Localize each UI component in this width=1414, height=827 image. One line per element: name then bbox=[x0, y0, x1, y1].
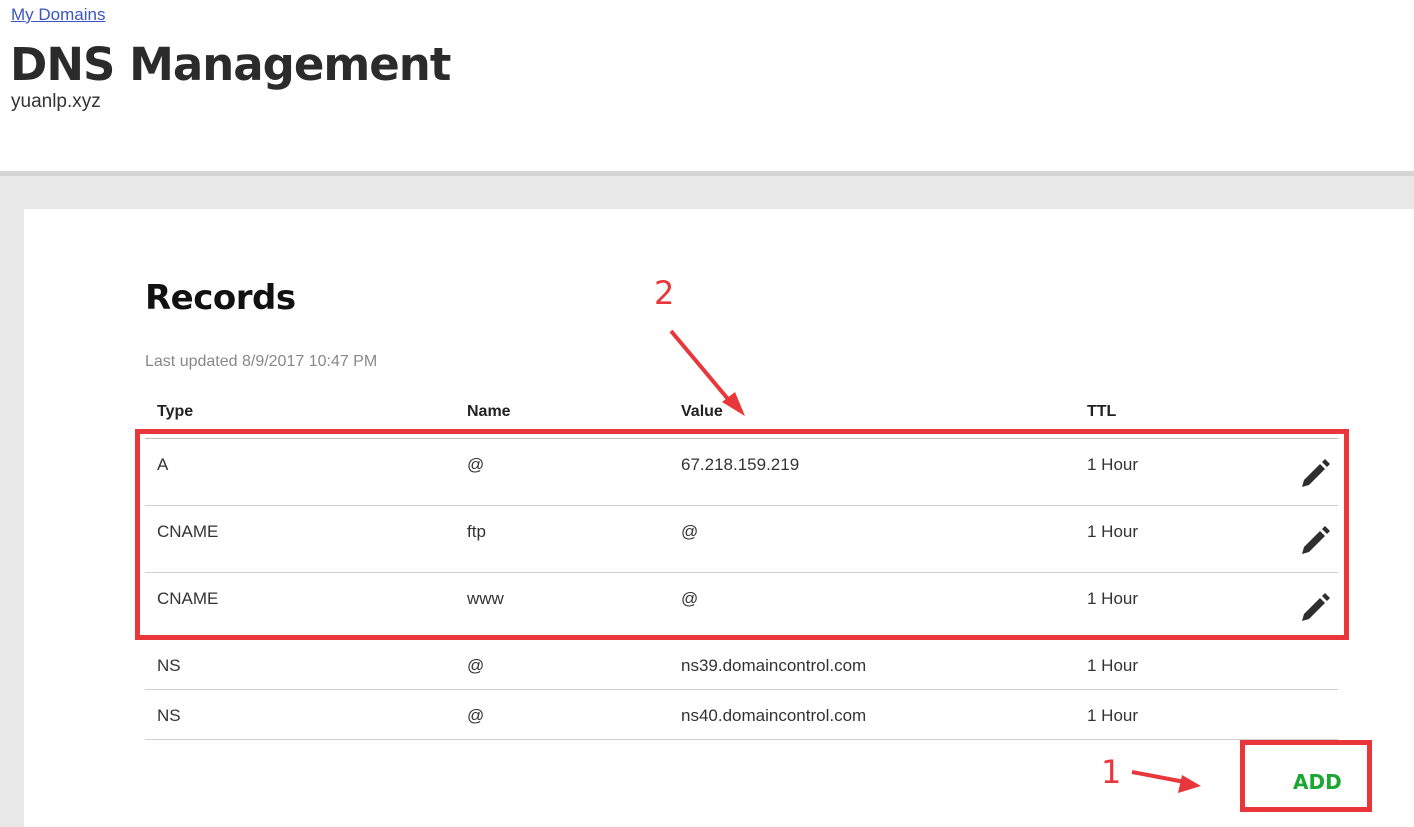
table-row: NS @ ns40.domaincontrol.com 1 Hour bbox=[145, 690, 1338, 740]
record-value: @ bbox=[681, 522, 699, 541]
record-type: CNAME bbox=[157, 522, 219, 541]
record-type: CNAME bbox=[157, 589, 219, 608]
record-name: @ bbox=[467, 455, 485, 474]
pencil-icon[interactable] bbox=[1298, 457, 1332, 491]
record-value: ns40.domaincontrol.com bbox=[681, 706, 867, 725]
record-type: NS bbox=[157, 656, 181, 675]
record-ttl: 1 Hour bbox=[1087, 656, 1139, 675]
table-header: Type Name Value TTL bbox=[145, 398, 1338, 439]
column-header-value: Value bbox=[681, 403, 723, 420]
column-header-ttl: TTL bbox=[1087, 403, 1117, 420]
records-heading: Records bbox=[145, 278, 296, 318]
record-type: A bbox=[157, 455, 169, 474]
column-header-name: Name bbox=[467, 403, 511, 420]
table-row: CNAME www @ 1 Hour bbox=[145, 573, 1338, 640]
page-header: My Domains DNS Management yuanlp.xyz bbox=[0, 0, 1414, 172]
record-name: ftp bbox=[467, 522, 486, 541]
record-type: NS bbox=[157, 706, 181, 725]
record-name: www bbox=[467, 589, 504, 608]
record-name: @ bbox=[467, 706, 485, 725]
record-ttl: 1 Hour bbox=[1087, 522, 1139, 541]
domain-name: yuanlp.xyz bbox=[11, 91, 101, 112]
add-record-button[interactable]: ADD bbox=[1293, 770, 1342, 794]
pencil-icon[interactable] bbox=[1298, 591, 1332, 625]
annotation-marker-2: 2 bbox=[654, 274, 675, 312]
records-table: Type Name Value TTL A @ 67.218.159.219 1… bbox=[145, 398, 1338, 740]
table-row: CNAME ftp @ 1 Hour bbox=[145, 506, 1338, 573]
record-value: 67.218.159.219 bbox=[681, 455, 800, 474]
record-ttl: 1 Hour bbox=[1087, 706, 1139, 725]
breadcrumb-my-domains[interactable]: My Domains bbox=[11, 5, 105, 25]
last-updated-text: Last updated 8/9/2017 10:47 PM bbox=[145, 353, 378, 370]
pencil-icon[interactable] bbox=[1298, 524, 1332, 558]
record-ttl: 1 Hour bbox=[1087, 455, 1139, 474]
page-title: DNS Management bbox=[10, 38, 451, 91]
record-value: ns39.domaincontrol.com bbox=[681, 656, 867, 675]
record-name: @ bbox=[467, 656, 485, 675]
record-value: @ bbox=[681, 589, 699, 608]
table-row: A @ 67.218.159.219 1 Hour bbox=[145, 439, 1338, 506]
column-header-type: Type bbox=[157, 403, 194, 420]
annotation-marker-1: 1 bbox=[1101, 753, 1122, 791]
record-ttl: 1 Hour bbox=[1087, 589, 1139, 608]
table-row: NS @ ns39.domaincontrol.com 1 Hour bbox=[145, 640, 1338, 690]
